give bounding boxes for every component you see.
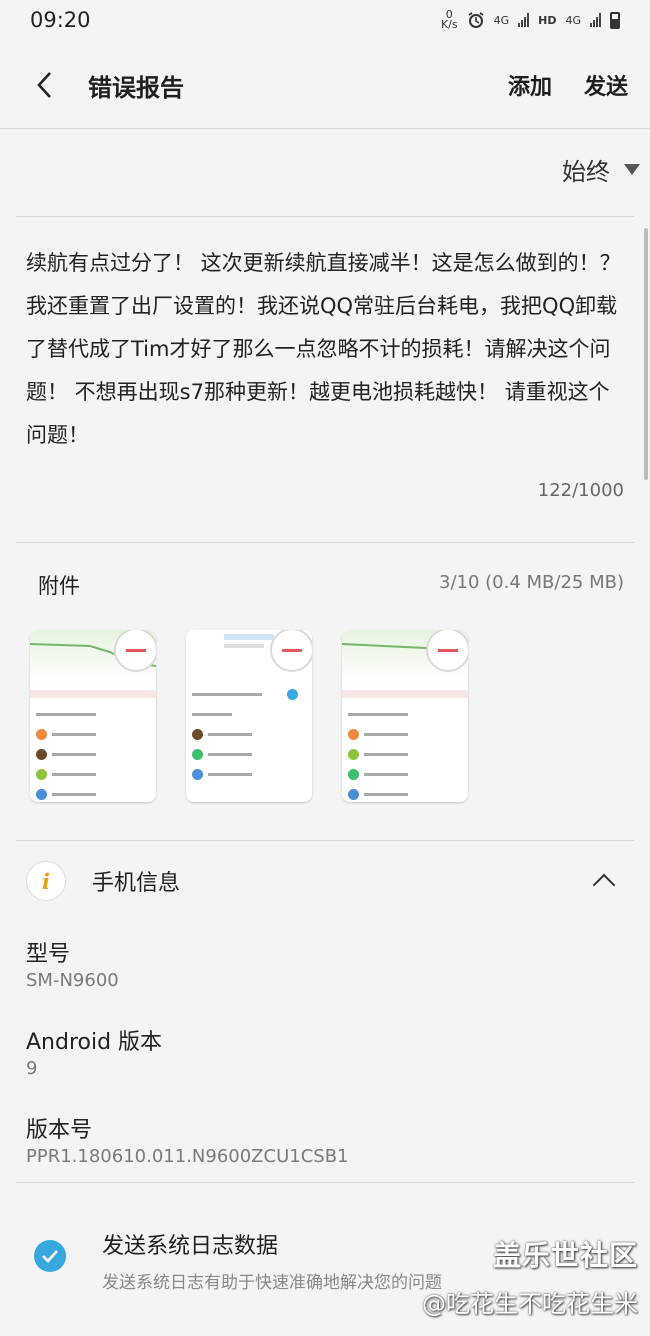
char-counter: 122/1000: [537, 480, 624, 501]
remove-attachment-button[interactable]: [114, 630, 156, 672]
attachment-thumbnail[interactable]: [30, 630, 156, 802]
device-info-title: 手机信息: [92, 871, 181, 896]
lte-1: 4G: [493, 13, 510, 27]
scrollbar[interactable]: [644, 228, 648, 480]
remove-attachment-button[interactable]: [426, 630, 468, 672]
attachments-label: 附件: [38, 574, 80, 598]
attachment-thumbnail[interactable]: [342, 630, 468, 802]
build-number-label: 版本号: [26, 1118, 93, 1143]
divider: [16, 216, 634, 217]
android-version-label: Android 版本: [26, 1030, 163, 1055]
minus-icon: [438, 648, 458, 652]
minus-icon: [282, 648, 302, 652]
divider: [16, 1182, 634, 1183]
attachment-thumbnail[interactable]: [186, 630, 312, 802]
back-arrow-icon: [37, 72, 51, 98]
battery-icon: [610, 11, 620, 29]
divider: [16, 542, 634, 543]
divider: [16, 840, 634, 841]
watermark-community: 盖乐世社区: [492, 1239, 638, 1272]
net-speed: 0 K/s: [440, 8, 458, 31]
lte-2: 4G: [565, 13, 581, 27]
model-value: SM-N9600: [26, 970, 119, 991]
status-icons: 0 K/s 4G HD 4G: [440, 8, 620, 31]
attachments-size: 3/10 (0.4 MB/25 MB): [439, 572, 624, 593]
watermark-author: @吃花生不吃花生米: [422, 1290, 638, 1318]
attachment-list: [30, 630, 468, 802]
frequency-dropdown[interactable]: 始终: [562, 152, 640, 187]
send-logs-checkbox[interactable]: [34, 1240, 66, 1272]
status-time: 09:20: [30, 8, 91, 32]
check-icon: [42, 1250, 58, 1263]
android-version-value: 9: [26, 1058, 38, 1079]
model-label: 型号: [26, 942, 71, 967]
minus-icon: [126, 648, 146, 652]
send-logs-subtitle: 发送系统日志有助于快速准确地解决您的问题: [102, 1273, 442, 1293]
remove-attachment-button[interactable]: [270, 630, 312, 672]
alarm-icon: [468, 12, 484, 28]
frequency-value: 始终: [562, 158, 610, 186]
chevron-up-icon[interactable]: [592, 873, 616, 897]
back-button[interactable]: [14, 55, 74, 115]
send-button[interactable]: 发送: [568, 69, 644, 101]
hd-badge: HD: [538, 13, 557, 27]
signal-icon: [518, 13, 530, 27]
send-logs-title: 发送系统日志数据: [102, 1234, 279, 1259]
report-text-field[interactable]: 续航有点过分了！ 这次更新续航直接减半！这是怎么做到的！？我还重置了出厂设置的！…: [26, 242, 626, 457]
build-number-value: PPR1.180610.011.N9600ZCU1CSB1: [26, 1146, 349, 1167]
add-button[interactable]: 添加: [492, 69, 568, 101]
status-bar: 09:20 0 K/s 4G HD 4G: [0, 0, 650, 40]
page-title: 错误报告: [88, 73, 184, 102]
app-bar: 错误报告 添加 发送: [0, 50, 650, 120]
signal-icon-2: [590, 13, 601, 27]
dropdown-arrow-icon: [624, 164, 640, 175]
info-icon: i: [26, 861, 66, 901]
divider: [0, 128, 650, 129]
device-info-header[interactable]: i 手机信息: [26, 858, 626, 904]
